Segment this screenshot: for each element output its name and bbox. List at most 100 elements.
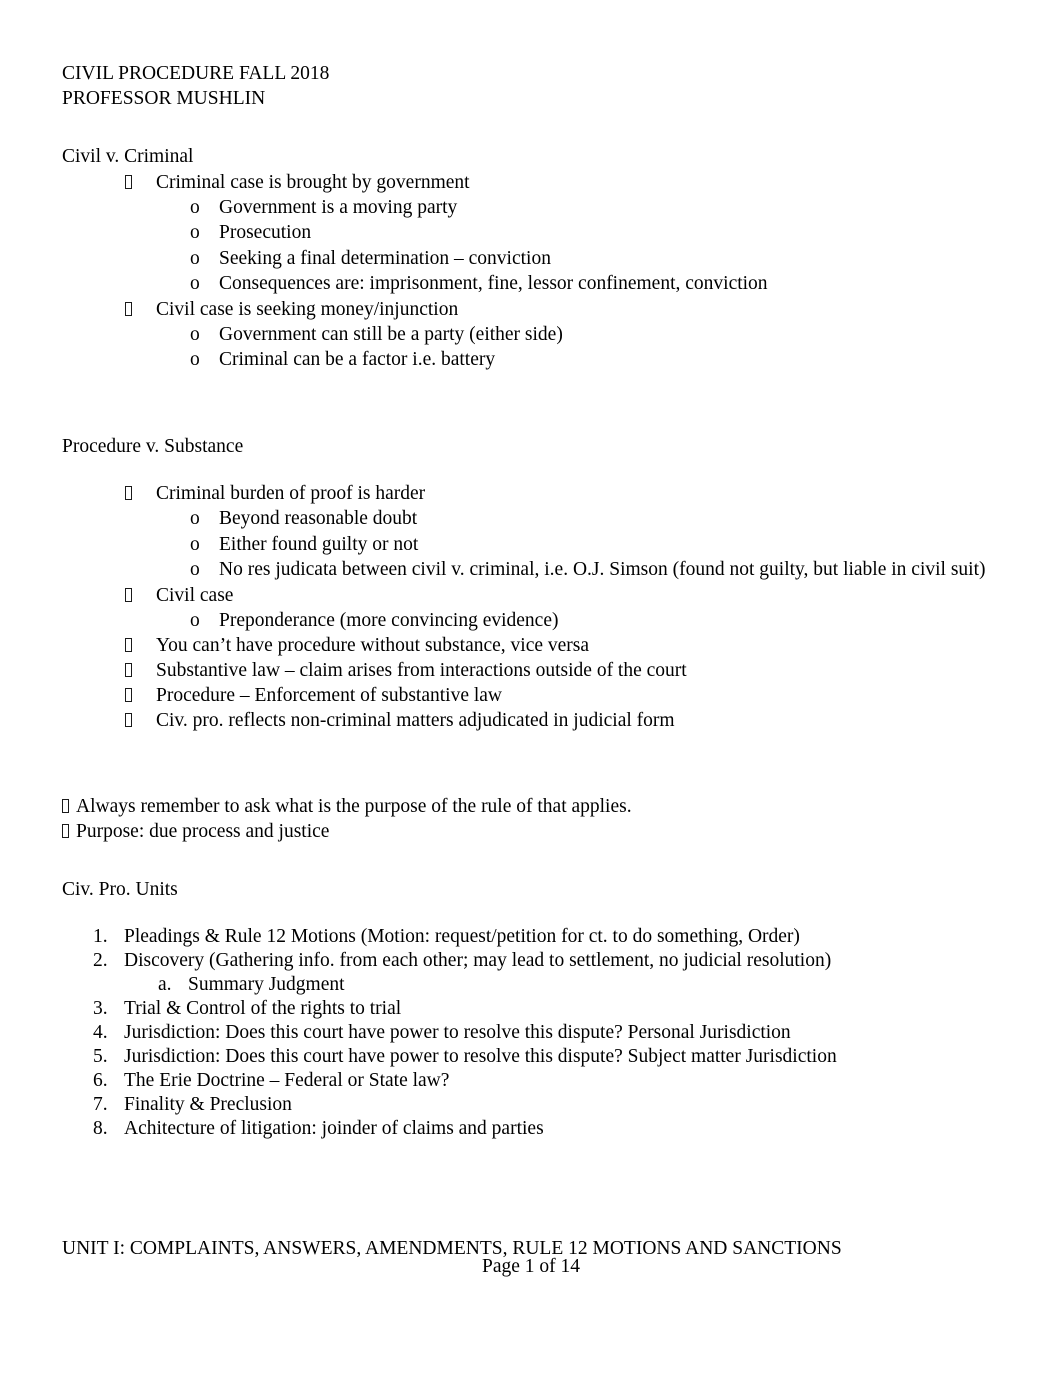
circle-bullet-marker: o [190,323,200,345]
box-bullet-icon [125,481,156,506]
list-number-marker: 4. [93,1021,108,1043]
circle-bullet-marker: o [190,196,200,218]
list-item-label: Finality & Preclusion [124,1093,292,1115]
box-bullet-icon [125,658,156,683]
list-item: o Beyond reasonable doubt [62,506,1000,532]
list-item-label: Beyond reasonable doubt [219,508,418,529]
box-bullet-icon [62,795,76,820]
list-item: o No res judicata between civil v. crimi… [62,557,1000,583]
box-bullet-icon [125,583,156,608]
box-bullet-icon [125,170,156,195]
circle-bullet-marker: o [190,273,200,294]
list-item: o Consequences are: imprisonment, fine, … [62,271,1000,297]
circle-bullet-marker: o [190,349,200,370]
numbered-list-item: 6. The Erie Doctrine – Federal or State … [62,1069,1000,1093]
list-item-label: Government can still be a party (either … [219,323,563,345]
list-number-marker: 7. [93,1093,108,1115]
list-item-label: Preponderance (more convincing evidence) [219,609,559,631]
box-bullet-icon [125,683,156,708]
list-item-label: Prosecution [219,222,312,243]
lettered-list-item: a. Summary Judgment [62,973,1000,997]
list-item-label: Either found guilty or not [219,533,419,555]
document-body: CIVIL PROCEDURE FALL 2018 PROFESSOR MUSH… [62,62,1000,1261]
list-item: o Government is a moving party [62,195,1000,221]
list-item-label: Seeking a final determination – convicti… [219,247,551,269]
section-heading-civil-v-criminal: Civil v. Criminal [62,146,194,167]
list-item-label: Achitecture of litigation: joinder of cl… [124,1117,544,1139]
list-civ-pro-units: 1. Pleadings & Rule 12 Motions (Motion: … [62,925,1000,1141]
list-item: Purpose: due process and justice [62,820,1000,845]
numbered-list-item: 5. Jurisdiction: Does this court have po… [62,1045,1000,1069]
list-item-label: Civil case is seeking money/injunction [156,298,459,320]
list-item-label: You can’t have procedure without substan… [156,635,590,656]
list-item-label: Discovery (Gathering info. from each oth… [124,949,832,971]
list-item-label: Trial & Control of the rights to trial [124,997,402,1019]
page-footer: Page 1 of 14 [481,1256,581,1277]
professor-name-line: PROFESSOR MUSHLIN [62,87,266,109]
circle-bullet-marker: o [190,508,200,529]
box-bullet-icon [125,633,156,658]
list-item-label: Criminal case is brought by government [156,171,470,193]
list-item: You can’t have procedure without substan… [62,633,1000,658]
list-item: Substantive law – claim arises from inte… [62,658,1000,683]
list-procedure-v-substance: Criminal burden of proof is harder o Bey… [62,481,1000,733]
list-item-label: Government is a moving party [219,196,458,218]
list-item-label: No res judicata between civil v. crimina… [219,559,986,580]
course-title-line: CIVIL PROCEDURE FALL 2018 [62,63,330,84]
numbered-list-item: 8. Achitecture of litigation: joinder of… [62,1117,1000,1141]
document-title-block: CIVIL PROCEDURE FALL 2018 PROFESSOR MUSH… [62,62,1000,111]
list-item-label: The Erie Doctrine – Federal or State law… [124,1069,450,1091]
circle-bullet-marker: o [190,609,200,631]
list-item-label: Purpose: due process and justice [76,820,330,842]
circle-bullet-marker: o [190,559,200,580]
circle-bullet-marker: o [190,533,200,555]
numbered-list-item: 4. Jurisdiction: Does this court have po… [62,1021,1000,1045]
box-bullet-icon [62,820,76,845]
list-item-label: Summary Judgment [188,973,345,995]
list-item: Criminal case is brought by government [62,170,1000,195]
list-item: Criminal burden of proof is harder [62,481,1000,506]
document-page: CIVIL PROCEDURE FALL 2018 PROFESSOR MUSH… [0,0,1062,1377]
list-number-marker: 2. [93,949,108,971]
list-number-marker: 1. [93,925,108,947]
numbered-list-item: 2. Discovery (Gathering info. from each … [62,949,1000,973]
list-item: o Criminal can be a factor i.e. battery [62,347,1000,373]
box-bullet-icon [125,708,156,733]
list-item: Civil case [62,583,1000,608]
list-letter-marker: a. [158,973,172,995]
list-number-marker: 3. [93,997,108,1019]
list-item-label: Criminal can be a factor i.e. battery [219,349,496,370]
list-item: Procedure – Enforcement of substantive l… [62,683,1000,708]
list-general-notes: Always remember to ask what is the purpo… [62,795,1000,844]
list-item-label: Jurisdiction: Does this court have power… [124,1045,837,1067]
list-number-marker: 6. [93,1069,108,1091]
list-item: Always remember to ask what is the purpo… [62,795,1000,820]
list-civil-v-criminal: Criminal case is brought by government o… [62,170,1000,373]
list-item: Civil case is seeking money/injunction [62,297,1000,322]
list-item: o Either found guilty or not [62,532,1000,558]
circle-bullet-marker: o [190,247,200,269]
numbered-list-item: 3. Trial & Control of the rights to tria… [62,997,1000,1021]
list-item: Civ. pro. reflects non-criminal matters … [62,708,1000,733]
list-item-label: Jurisdiction: Does this court have power… [124,1021,791,1043]
list-item-label: Always remember to ask what is the purpo… [76,796,632,817]
numbered-list-item: 1. Pleadings & Rule 12 Motions (Motion: … [62,925,1000,949]
list-item: o Seeking a final determination – convic… [62,246,1000,272]
list-item: o Government can still be a party (eithe… [62,322,1000,348]
section-heading-procedure-v-substance: Procedure v. Substance [62,435,244,457]
list-item-label: Consequences are: imprisonment, fine, le… [219,273,768,294]
list-number-marker: 5. [93,1045,108,1067]
numbered-list-item: 7. Finality & Preclusion [62,1093,1000,1117]
list-item-label: Civil case [156,584,234,606]
list-item-label: Procedure – Enforcement of substantive l… [156,685,503,706]
circle-bullet-marker: o [190,222,200,243]
list-item-label: Civ. pro. reflects non-criminal matters … [156,710,675,731]
